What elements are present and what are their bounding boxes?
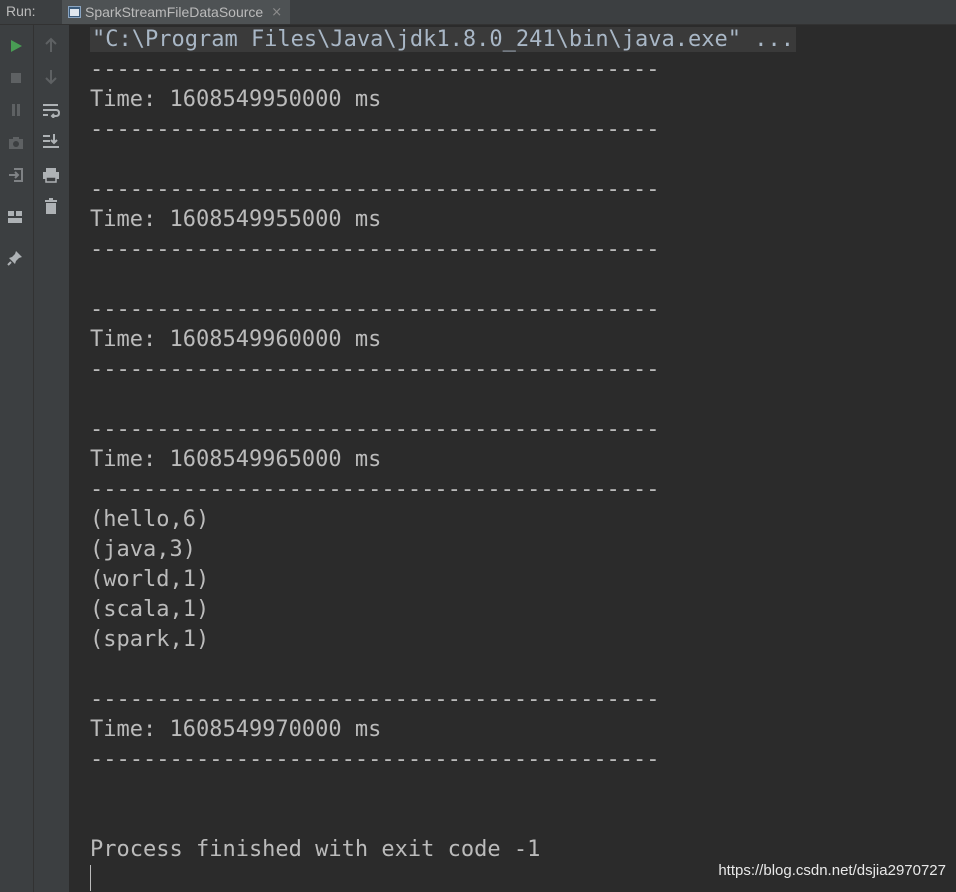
text-caret <box>90 865 91 891</box>
camera-icon[interactable] <box>6 133 26 153</box>
watermark: https://blog.csdn.net/dsjia2970727 <box>718 862 946 879</box>
word-count-result: (spark,1) <box>90 627 210 652</box>
pause-icon[interactable] <box>6 100 26 120</box>
pin-icon[interactable] <box>5 248 25 268</box>
console-tab-icon <box>68 6 81 18</box>
separator: ----------------------------------------… <box>90 297 660 322</box>
left-gutter <box>0 25 34 892</box>
separator: ----------------------------------------… <box>90 357 660 382</box>
separator: ----------------------------------------… <box>90 477 660 502</box>
print-icon[interactable] <box>41 165 61 185</box>
down-arrow-icon[interactable] <box>41 67 61 87</box>
console-output[interactable]: "C:\Program Files\Java\jdk1.8.0_241\bin\… <box>70 25 956 892</box>
login-icon[interactable] <box>6 165 26 185</box>
stop-icon[interactable] <box>6 68 26 88</box>
batch-time: Time: 1608549965000 ms <box>90 447 382 472</box>
console-toolbar <box>34 25 70 892</box>
java-command[interactable]: "C:\Program Files\Java\jdk1.8.0_241\bin\… <box>90 27 796 52</box>
run-label: Run: <box>6 3 36 19</box>
exit-message: Process finished with exit code -1 <box>90 837 541 862</box>
layout-icon[interactable] <box>5 207 25 227</box>
trash-icon[interactable] <box>41 196 61 216</box>
separator: ----------------------------------------… <box>90 417 660 442</box>
batch-time: Time: 1608549955000 ms <box>90 207 382 232</box>
run-config-tab[interactable]: SparkStreamFileDataSource × <box>62 0 291 24</box>
run-icon[interactable] <box>6 36 26 56</box>
scroll-to-end-icon[interactable] <box>41 131 61 151</box>
run-toolbar: Run: SparkStreamFileDataSource × <box>0 0 956 25</box>
separator: ----------------------------------------… <box>90 117 660 142</box>
separator: ----------------------------------------… <box>90 687 660 712</box>
soft-wrap-icon[interactable] <box>41 100 61 120</box>
word-count-result: (java,3) <box>90 537 196 562</box>
separator: ----------------------------------------… <box>90 177 660 202</box>
word-count-result: (scala,1) <box>90 597 210 622</box>
close-icon[interactable]: × <box>271 5 282 20</box>
batch-time: Time: 1608549950000 ms <box>90 87 382 112</box>
separator: ----------------------------------------… <box>90 57 660 82</box>
separator: ----------------------------------------… <box>90 237 660 262</box>
word-count-result: (world,1) <box>90 567 210 592</box>
command-line: "C:\Program Files\Java\jdk1.8.0_241\bin\… <box>90 27 796 53</box>
word-count-result: (hello,6) <box>90 507 210 532</box>
separator: ----------------------------------------… <box>90 747 660 772</box>
batch-time: Time: 1608549960000 ms <box>90 327 382 352</box>
up-arrow-icon[interactable] <box>41 35 61 55</box>
batch-time: Time: 1608549970000 ms <box>90 717 382 742</box>
tab-label: SparkStreamFileDataSource <box>85 4 264 20</box>
